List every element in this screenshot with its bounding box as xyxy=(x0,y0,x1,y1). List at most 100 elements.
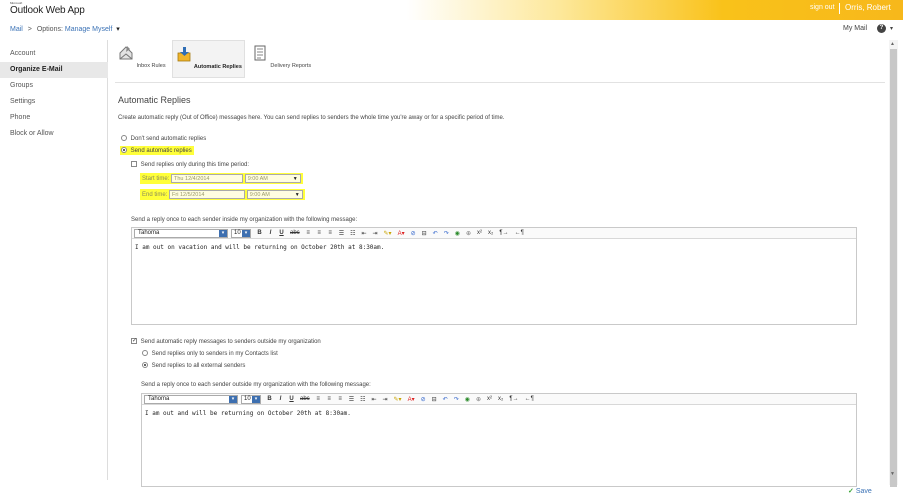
contacts-only-radio[interactable] xyxy=(142,350,148,356)
align-left-icon[interactable]: ≡ xyxy=(306,230,311,236)
start-date-field[interactable]: Thu 12/4/2014 xyxy=(171,174,244,183)
unlink-icon[interactable]: ⊕ xyxy=(466,230,471,237)
sidebar-item-phone[interactable]: Phone xyxy=(0,110,108,126)
outside-checkbox[interactable]: ✓ xyxy=(131,338,137,344)
subscript-icon[interactable]: x₂ xyxy=(498,396,503,402)
end-date-field[interactable]: Fri 12/5/2014 xyxy=(169,190,246,199)
ltr-icon[interactable]: ¶→ xyxy=(499,230,508,236)
all-external-radio[interactable] xyxy=(142,362,148,368)
my-mail-link[interactable]: My Mail xyxy=(843,25,867,32)
subscript-icon[interactable]: x₂ xyxy=(488,230,493,236)
link-icon[interactable]: ◉ xyxy=(455,230,460,237)
undo-icon[interactable]: ↶ xyxy=(443,396,448,403)
align-right-icon[interactable]: ≡ xyxy=(328,230,333,236)
font-color-icon[interactable]: A▾ xyxy=(398,230,405,237)
scroll-down-icon[interactable]: ▼ xyxy=(890,471,895,477)
increase-indent-icon[interactable]: ⇥ xyxy=(373,230,378,237)
italic-icon[interactable]: I xyxy=(278,396,283,402)
align-right-icon[interactable]: ≡ xyxy=(338,396,343,402)
tab-automatic-replies[interactable]: Automatic Replies xyxy=(171,40,245,78)
start-time-select[interactable]: 9:00 AM ▼ xyxy=(244,174,301,183)
dont-send-radio[interactable] xyxy=(121,135,127,141)
underline-icon[interactable]: U xyxy=(289,396,294,402)
send-radio[interactable] xyxy=(121,147,127,153)
sidebar-item-settings[interactable]: Settings xyxy=(0,94,108,110)
clear-format-icon[interactable]: ⊘ xyxy=(411,230,416,237)
inbox-rules-icon xyxy=(119,46,133,60)
highlight-icon[interactable]: ✎▾ xyxy=(384,230,392,237)
outside-option[interactable]: ✓ Send automatic reply messages to sende… xyxy=(131,338,321,345)
tab-delivery-reports[interactable]: Delivery Reports xyxy=(249,40,313,78)
dont-send-option[interactable]: Don't send automatic replies xyxy=(121,135,206,142)
divider xyxy=(839,3,840,14)
sidebar-item-organize-email[interactable]: Organize E-Mail xyxy=(0,62,108,78)
superscript-icon[interactable]: x² xyxy=(487,396,492,402)
superscript-icon[interactable]: x² xyxy=(477,230,482,236)
font-select-value: Tahoma xyxy=(138,229,160,236)
period-label: Send replies only during this time perio… xyxy=(140,161,250,168)
bullet-list-icon[interactable]: ☰ xyxy=(349,396,354,403)
manage-dropdown[interactable]: Manage Myself xyxy=(65,26,112,33)
sidebar-item-account[interactable]: Account xyxy=(0,46,108,62)
font-size-select[interactable]: 10 ▾ xyxy=(241,394,261,404)
vertical-scrollbar[interactable]: ▲ ▼ xyxy=(889,40,898,487)
all-external-option[interactable]: Send replies to all external senders xyxy=(142,362,245,369)
period-checkbox[interactable] xyxy=(131,161,137,167)
bold-icon[interactable]: B xyxy=(267,396,272,402)
breadcrumb-mail[interactable]: Mail xyxy=(10,26,23,33)
underline-icon[interactable]: U xyxy=(279,230,284,236)
breadcrumb-separator: > xyxy=(27,26,32,33)
inside-message-text[interactable]: I am out on vacation and will be returni… xyxy=(132,239,856,256)
contacts-only-option[interactable]: Send replies only to senders in my Conta… xyxy=(142,350,278,357)
scroll-up-icon[interactable]: ▲ xyxy=(890,41,895,47)
bullet-list-icon[interactable]: ☰ xyxy=(339,230,344,237)
send-option[interactable]: Send automatic replies xyxy=(120,146,194,155)
tab-inbox-rules[interactable]: Inbox Rules xyxy=(115,40,168,78)
link-icon[interactable]: ◉ xyxy=(465,396,470,403)
numbered-list-icon[interactable]: ☷ xyxy=(360,396,365,403)
outside-message-editor[interactable]: Tahoma ▾ 10 ▾ B I U abc ≡ ≡ ≡ ☰ ☷ ⇤ ⇥ ✎▾ A… xyxy=(141,393,857,487)
redo-icon[interactable]: ↷ xyxy=(454,396,459,403)
italic-icon[interactable]: I xyxy=(268,230,273,236)
help-chevron-icon[interactable]: ▾ xyxy=(890,25,893,32)
font-select[interactable]: Tahoma ▾ xyxy=(134,228,228,238)
chevron-down-icon[interactable]: ▾ xyxy=(116,26,120,33)
redo-icon[interactable]: ↷ xyxy=(444,230,449,237)
tab-underline xyxy=(115,82,885,83)
period-option[interactable]: Send replies only during this time perio… xyxy=(131,161,249,168)
align-center-icon[interactable]: ≡ xyxy=(327,396,332,402)
horizontal-rule-icon[interactable]: ⊟ xyxy=(422,230,427,237)
sidebar-item-block-allow[interactable]: Block or Allow xyxy=(0,126,108,142)
font-select[interactable]: Tahoma ▾ xyxy=(144,394,238,404)
ltr-icon[interactable]: ¶→ xyxy=(509,396,518,402)
inside-message-editor[interactable]: Tahoma ▾ 10 ▾ B I U abc ≡ ≡ ≡ ☰ ☷ ⇤ ⇥ ✎▾ A… xyxy=(131,227,857,325)
outside-message-text[interactable]: I am out and will be returning on Octobe… xyxy=(142,405,856,422)
user-name[interactable]: Orris, Robert xyxy=(845,3,891,12)
highlight-icon[interactable]: ✎▾ xyxy=(394,396,402,403)
rtl-icon[interactable]: ←¶ xyxy=(525,396,534,402)
numbered-list-icon[interactable]: ☷ xyxy=(350,230,355,237)
scroll-thumb[interactable] xyxy=(890,49,897,487)
bold-icon[interactable]: B xyxy=(257,230,262,236)
tab-label: Inbox Rules xyxy=(136,63,166,69)
strikethrough-icon[interactable]: abc xyxy=(300,396,310,402)
horizontal-rule-icon[interactable]: ⊟ xyxy=(432,396,437,403)
font-size-select[interactable]: 10 ▾ xyxy=(231,228,251,238)
font-color-icon[interactable]: A▾ xyxy=(408,396,415,403)
decrease-indent-icon[interactable]: ⇤ xyxy=(361,230,366,237)
tab-label: Delivery Reports xyxy=(270,63,312,69)
sign-out-link[interactable]: sign out xyxy=(810,4,835,11)
undo-icon[interactable]: ↶ xyxy=(433,230,438,237)
align-left-icon[interactable]: ≡ xyxy=(316,396,321,402)
clear-format-icon[interactable]: ⊘ xyxy=(421,396,426,403)
decrease-indent-icon[interactable]: ⇤ xyxy=(371,396,376,403)
strikethrough-icon[interactable]: abc xyxy=(290,230,300,236)
help-icon[interactable]: ? xyxy=(877,24,886,33)
save-button[interactable]: ✓ Save xyxy=(848,487,872,495)
align-center-icon[interactable]: ≡ xyxy=(317,230,322,236)
sidebar-item-groups[interactable]: Groups xyxy=(0,78,108,94)
unlink-icon[interactable]: ⊕ xyxy=(476,396,481,403)
end-time-select[interactable]: 9:00 AM ▼ xyxy=(246,190,303,199)
rtl-icon[interactable]: ←¶ xyxy=(515,230,524,236)
increase-indent-icon[interactable]: ⇥ xyxy=(383,396,388,403)
